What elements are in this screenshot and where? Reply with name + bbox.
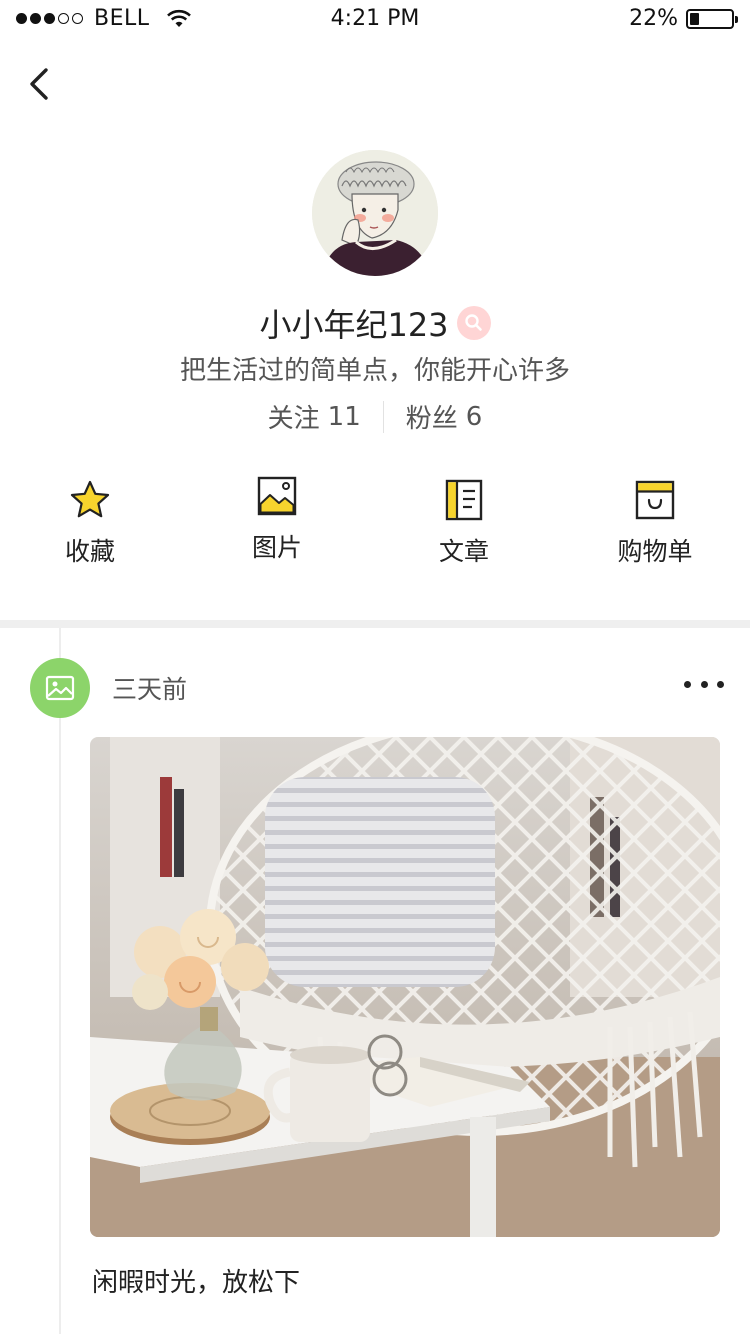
post-caption: 闲暇时光，放松下 (92, 1268, 301, 1298)
search-icon[interactable] (456, 306, 491, 340)
menu-label-articles: 文章 (438, 537, 489, 566)
battery-percent: 22% (629, 6, 678, 31)
battery-fill (690, 12, 699, 25)
status-bar: BELL 4:21 PM 22% (0, 0, 750, 40)
following-label: 关注 (267, 404, 320, 434)
post-time: 三天前 (112, 675, 188, 704)
name-row: 小小年纪123 (0, 300, 750, 346)
magnifier-glyph (464, 314, 482, 331)
followers-label: 粉丝 (405, 404, 458, 434)
section-divider (0, 620, 750, 628)
post-photo[interactable] (90, 737, 720, 1237)
avatar-illustration (312, 150, 438, 276)
menu-label-favorites: 收藏 (64, 537, 115, 566)
post-photo-illustration (90, 737, 720, 1237)
menu-item-favorites[interactable]: 收藏 (20, 478, 160, 568)
more-dot (684, 680, 691, 688)
following-count: 11 (327, 401, 361, 432)
battery-icon (686, 8, 738, 29)
menu-label-shopping-list: 购物单 (617, 537, 693, 566)
article-icon (442, 478, 486, 522)
status-right: 22% (629, 6, 738, 31)
profile-page: BELL 4:21 PM 22% 小小年纪123 把生活过的简单点，你能开心许多… (0, 0, 750, 1334)
user-bio: 把生活过的简单点，你能开心许多 (179, 356, 570, 386)
menu-item-pictures[interactable]: 图片 (207, 474, 347, 564)
star-icon (68, 478, 112, 522)
menu-label-pictures: 图片 (251, 533, 302, 562)
image-icon (45, 675, 75, 701)
menu-item-articles[interactable]: 文章 (394, 478, 534, 568)
more-dot (700, 680, 708, 688)
user-name: 小小年纪123 (259, 306, 449, 344)
follow-stats: 关注 11 粉丝 6 (0, 398, 750, 435)
back-button[interactable] (22, 62, 62, 106)
stats-divider (382, 400, 384, 433)
followers-stat[interactable]: 粉丝 6 (406, 398, 483, 435)
picture-icon (255, 474, 299, 518)
post-type-badge (30, 658, 90, 718)
chevron-left-icon (30, 68, 48, 100)
more-options-button[interactable] (680, 668, 728, 700)
shopping-bag-icon (633, 478, 677, 522)
followers-count: 6 (465, 401, 483, 432)
more-dot (717, 680, 724, 688)
avatar[interactable] (312, 150, 438, 276)
following-stat[interactable]: 关注 11 (268, 398, 361, 435)
menu-item-shopping-list[interactable]: 购物单 (585, 478, 725, 568)
timeline-line (59, 628, 61, 1334)
profile-menu: 收藏 图片 文章 购物单 (0, 476, 750, 578)
